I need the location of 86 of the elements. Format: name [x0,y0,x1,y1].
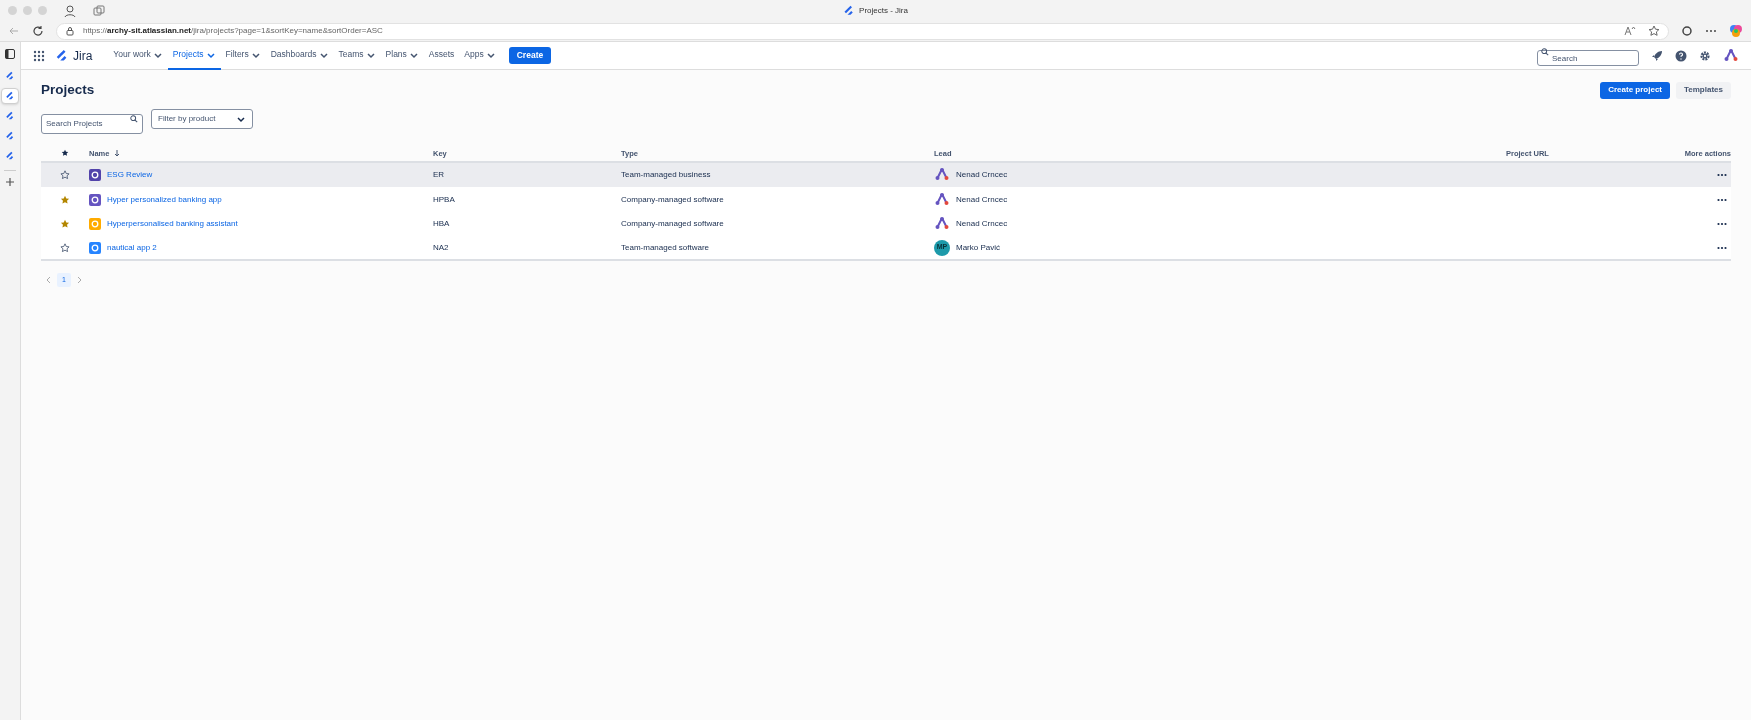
more-actions-button[interactable] [1717,197,1727,202]
tab-favicon-icon [843,4,856,17]
profile-avatar-icon[interactable] [1723,47,1739,64]
lead-name: Nenad Crncec [956,169,1008,181]
table-cell-text: Team-managed software [621,241,711,254]
search-icon [130,115,138,124]
table-cell-text: Team-managed business [621,169,712,181]
nav-tab[interactable]: Filters [220,41,266,70]
nav-tab[interactable]: Your work [108,41,168,70]
more-icon[interactable] [1705,29,1718,33]
tab-favicon-icon [5,71,15,81]
project-link[interactable]: Hyper personalized banking app [107,193,222,206]
star-filled-icon[interactable] [60,219,70,229]
tab-favicon-icon [5,131,15,141]
search-projects-field[interactable]: Search Projects [41,113,143,134]
sort-arrow-icon[interactable] [113,149,122,158]
templates-button[interactable]: Templates [1676,81,1731,99]
table-cell-text: HPBA [433,193,456,206]
project-link[interactable]: ESG Review [107,169,153,181]
app-switcher-icon[interactable] [33,49,45,62]
table-row[interactable]: ESG Review ER Team-managed business Nenad Crncec [41,162,1731,188]
search-field[interactable]: Search [1537,50,1639,66]
tab-favicon-icon [5,111,15,121]
nav-tab[interactable]: Dashboards [265,41,334,70]
avatar-logo-icon [934,191,950,208]
browser-tab[interactable] [1,88,19,104]
url-text: https://archy-sit.atlassian.net/jira/projects?page=1&sortKey=name&sortOrder=ASC [82,25,383,37]
create-button[interactable]: Create [508,47,552,64]
lock-icon [64,26,75,36]
workspaces-icon[interactable] [93,4,105,17]
table-cell-text: HBA [433,218,451,230]
filter-placeholder: Filter by product [158,113,216,126]
star-outline-icon[interactable] [60,242,70,253]
jira-logo[interactable]: Jira [55,46,93,65]
product-name: Jira [73,47,93,65]
tab-favicon-icon [5,151,15,161]
next-page-icon[interactable] [75,275,83,284]
tab-favicon-icon [5,91,15,101]
nav-tab[interactable]: Apps [459,41,501,70]
more-icon [1717,197,1727,202]
more-actions-button[interactable] [1717,245,1727,250]
more-icon [1717,173,1727,177]
nav-tab[interactable]: Assets [423,41,460,70]
rocket-icon[interactable] [1651,49,1663,62]
new-tab-icon[interactable] [5,177,15,187]
project-link[interactable]: Hyperpersonalised banking assistant [107,218,238,230]
extension-icon[interactable] [1681,25,1694,37]
table-row[interactable]: Hyperpersonalised banking assistant HBA Company-managed software Nenad Crncec [41,211,1731,237]
table-cell-text: Company-managed software [621,193,725,206]
help-icon[interactable] [1675,49,1687,62]
previous-page-icon[interactable] [45,275,53,284]
table-row[interactable]: Hyper personalized banking app HPBA Company-managed software Nenad Crncec [41,187,1731,212]
star-filled-icon[interactable] [60,194,70,205]
table-cell-text: ER [433,169,446,181]
lead-name: Marko Pavić [956,241,1000,254]
nav-tab[interactable]: Projects [167,41,221,70]
table-cell-text: Company-managed software [621,218,725,230]
window-title: Projects - Jira [859,4,908,17]
copilot-icon[interactable] [1729,24,1743,38]
page-title: Projects [41,81,95,99]
star-outline-icon[interactable] [60,170,70,180]
profile-icon[interactable] [63,3,77,18]
sidebar-toggle-icon[interactable] [4,48,16,60]
more-actions-button[interactable] [1717,173,1727,177]
star-outline-icon[interactable] [1648,25,1661,37]
filter-dropdown[interactable]: Filter by product [151,109,253,130]
more-icon [1717,245,1727,250]
chevron-down-icon [236,114,246,125]
more-actions-button[interactable] [1717,222,1727,226]
star-filled-icon [61,149,69,158]
read-aloud-icon[interactable] [1624,25,1637,37]
project-link[interactable]: nautical app 2 [107,241,157,254]
nav-tab[interactable]: Teams [333,41,381,70]
address-field[interactable]: https://archy-sit.atlassian.net/jira/projects?page=1&sortKey=name&sortOrder=ASC [55,22,1670,40]
lead-name: Nenad Crncec [956,218,1008,230]
avatar-logo-icon [934,167,950,183]
create-project-button[interactable]: Create project [1600,81,1670,99]
table-cell-text: NA2 [433,241,450,254]
avatar-logo-icon [934,216,950,232]
search-icon [1541,47,1549,56]
settings-icon[interactable] [1699,49,1711,62]
reload-icon[interactable] [31,25,44,37]
more-icon [1717,222,1727,226]
nav-tab[interactable]: Plans [380,41,424,70]
lead-name: Nenad Crncec [956,193,1008,206]
jira-logo-icon [55,48,69,63]
